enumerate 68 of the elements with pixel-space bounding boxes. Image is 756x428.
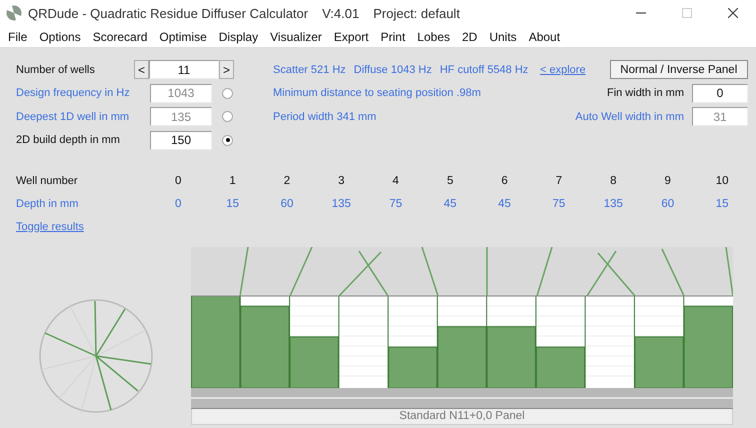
- setting-field[interactable]: 0: [692, 84, 748, 103]
- menu-item[interactable]: Options: [33, 30, 87, 44]
- well-depth: 135: [602, 198, 624, 210]
- distance-text: Minimum distance to seating position .98m: [273, 87, 482, 100]
- row-label: Depth in mm: [16, 198, 80, 210]
- result-text: HF cutoff 5548 Hz: [440, 64, 528, 76]
- well-number: 0: [174, 174, 182, 186]
- menu-item[interactable]: Lobes: [411, 30, 456, 44]
- maximize-icon: [682, 8, 692, 18]
- well-depth: 60: [280, 198, 294, 210]
- well-number: 7: [554, 174, 564, 186]
- well-depth: 15: [714, 198, 730, 210]
- well-depth: 0: [174, 198, 182, 210]
- panel-toggle-button[interactable]: Normal / Inverse Panel: [610, 60, 748, 80]
- menu-item[interactable]: Units: [483, 30, 523, 44]
- decrement-button[interactable]: <: [134, 60, 149, 80]
- radio-button[interactable]: [222, 111, 233, 122]
- well-number: 5: [446, 174, 454, 186]
- menu-item[interactable]: File: [2, 30, 34, 44]
- row-label: Well number: [16, 174, 79, 186]
- well-depth: 45: [442, 198, 458, 210]
- parameter-field[interactable]: 150: [150, 130, 212, 150]
- menu-item[interactable]: Export: [328, 30, 375, 44]
- window-title: QRDude - Quadratic Residue Diffuser Calculator: [28, 6, 308, 20]
- well-number: 6: [500, 174, 509, 186]
- well-depth: 15: [225, 198, 240, 210]
- well-number: 9: [664, 174, 672, 186]
- well-number: 8: [609, 174, 618, 186]
- menu-item[interactable]: Scorecard: [86, 30, 154, 44]
- menu-item[interactable]: Print: [374, 30, 412, 44]
- period-width-text: Period width 341 mm: [273, 110, 378, 123]
- well-number: 4: [392, 174, 400, 186]
- well-depth: 135: [330, 198, 352, 210]
- radio-button[interactable]: [222, 134, 233, 146]
- well-number: 10: [714, 174, 730, 186]
- parameter-label: Deepest 1D well in mm: [16, 110, 130, 123]
- project-label: Project: default: [373, 6, 460, 20]
- well-number: 3: [337, 174, 346, 186]
- setting-field[interactable]: 31: [692, 107, 748, 126]
- setting-label: Auto Well width in mm: [575, 110, 684, 123]
- well-depth: 60: [660, 198, 676, 210]
- explore-link[interactable]: < explore: [540, 64, 586, 76]
- menu-item[interactable]: 2D: [456, 30, 484, 44]
- menu-item[interactable]: Visualizer: [264, 30, 328, 44]
- version-label: V:4.01: [322, 6, 360, 20]
- radio-button[interactable]: [222, 88, 233, 99]
- parameter-label: 2D build depth in mm: [16, 134, 121, 146]
- result-text: Scatter 521 Hz: [273, 64, 346, 76]
- menu-item[interactable]: Display: [212, 30, 264, 44]
- close-icon: [728, 8, 738, 18]
- wells-label: Number of wells: [16, 64, 96, 76]
- well-number: 1: [228, 174, 237, 186]
- well-depth: 45: [497, 198, 512, 210]
- panel-caption: Standard N11+0,0 Panel: [191, 409, 733, 425]
- well-depth: 75: [388, 198, 404, 210]
- setting-label: Fin width in mm: [606, 87, 684, 100]
- result-text: Diffuse 1043 Hz: [354, 64, 432, 76]
- well-number: 2: [282, 174, 292, 186]
- parameter-field[interactable]: 135: [150, 107, 212, 126]
- wells-field[interactable]: 11: [149, 60, 219, 80]
- parameter-label: Design frequency in Hz: [16, 87, 131, 100]
- toggle-results-link[interactable]: Toggle results: [16, 221, 84, 233]
- menu-item[interactable]: Optimise: [153, 30, 213, 44]
- parameter-field[interactable]: 1043: [150, 84, 212, 103]
- app-logo-icon: [6, 5, 22, 21]
- well-depth: 75: [552, 198, 566, 210]
- increment-button[interactable]: >: [219, 60, 234, 80]
- menu-item[interactable]: About: [522, 30, 566, 44]
